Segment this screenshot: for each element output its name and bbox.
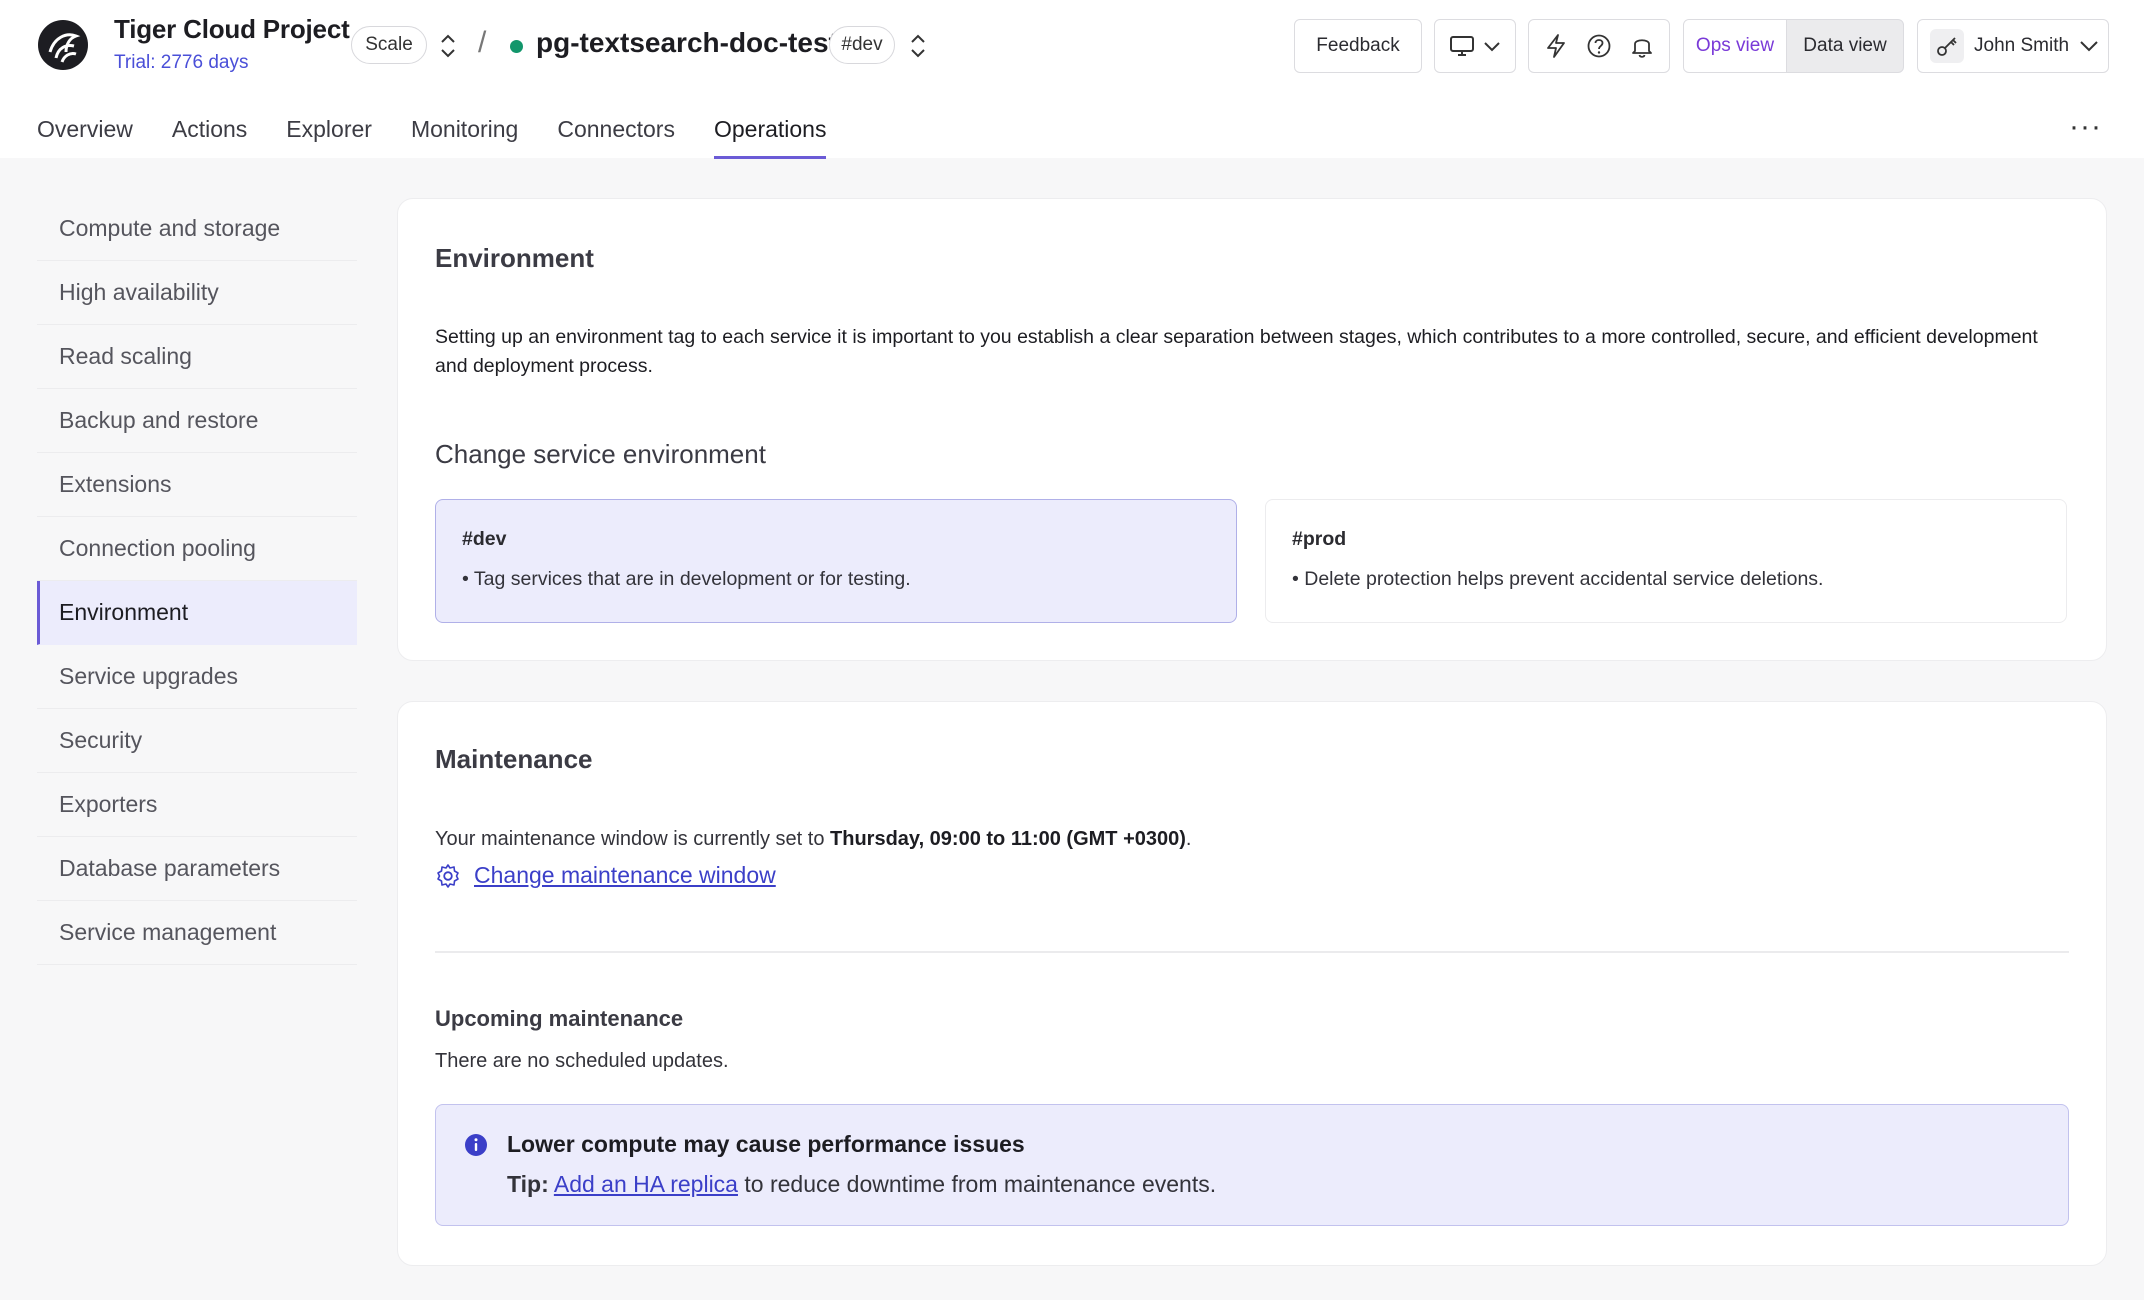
tiger-logo-icon[interactable] [36, 18, 90, 72]
env-option-prod[interactable]: #prod • Delete protection helps prevent … [1265, 499, 2067, 623]
environment-description: Setting up an environment tag to each se… [435, 326, 2038, 377]
breadcrumb-separator: / [478, 26, 487, 59]
sidebar-item-environment[interactable]: Environment [37, 581, 357, 645]
view-toggle: Ops view Data view [1683, 19, 1904, 73]
divider [435, 951, 2069, 953]
sidebar-item-extensions[interactable]: Extensions [37, 453, 357, 517]
user-menu-button[interactable]: John Smith [1917, 19, 2109, 73]
chevron-down-icon [2080, 41, 2098, 52]
key-icon [1930, 29, 1964, 63]
tab-overview[interactable]: Overview [37, 116, 133, 158]
env-option-dev[interactable]: #dev • Tag services that are in developm… [435, 499, 1237, 623]
monitor-icon [1450, 36, 1474, 56]
project-switcher-chevron-icon[interactable] [438, 32, 458, 60]
feedback-button[interactable]: Feedback [1294, 19, 1422, 73]
plan-badge: Scale [351, 26, 427, 64]
env-option-tag: #prod [1292, 528, 1347, 550]
sidebar-item-high-availability[interactable]: High availability [37, 261, 357, 325]
lightning-icon[interactable] [1544, 33, 1568, 59]
environment-title: Environment [435, 243, 594, 273]
sidebar-item-exporters[interactable]: Exporters [37, 773, 357, 837]
service-status-dot [510, 40, 523, 53]
tab-operations[interactable]: Operations [713, 116, 826, 159]
maintenance-card: Maintenance Your maintenance window is c… [397, 701, 2107, 1266]
sidebar-item-backup-restore[interactable]: Backup and restore [37, 389, 357, 453]
sidebar-item-compute-storage[interactable]: Compute and storage [37, 197, 357, 261]
header-icons-group [1528, 19, 1670, 73]
alert-title: Lower compute may cause performance issu… [507, 1131, 1025, 1157]
change-maintenance-row: Change maintenance window [435, 862, 776, 889]
project-title[interactable]: Tiger Cloud Project [114, 14, 350, 45]
service-switcher-chevron-icon[interactable] [908, 32, 928, 60]
data-view-button[interactable]: Data view [1787, 20, 1903, 72]
service-env-badge: #dev [829, 26, 895, 64]
ops-view-button[interactable]: Ops view [1684, 20, 1787, 72]
tab-explorer[interactable]: Explorer [286, 116, 372, 158]
maintenance-window-value: Thursday, 09:00 to 11:00 (GMT +0300) [830, 828, 1186, 850]
main-tabs: Overview Actions Explorer Monitoring Con… [37, 116, 865, 159]
env-option-description: • Delete protection helps prevent accide… [1292, 568, 1824, 590]
add-ha-replica-link[interactable]: Add an HA replica [554, 1171, 738, 1197]
env-option-tag: #dev [462, 528, 507, 550]
sidebar-item-security[interactable]: Security [37, 709, 357, 773]
sidebar-item-service-management[interactable]: Service management [37, 901, 357, 965]
performance-alert: Lower compute may cause performance issu… [435, 1104, 2069, 1226]
tab-monitoring[interactable]: Monitoring [411, 116, 518, 158]
trial-days[interactable]: Trial: 2776 days [114, 52, 248, 74]
alert-tip: Tip: Add an HA replica to reduce downtim… [507, 1171, 1217, 1197]
theme-dropdown-button[interactable] [1434, 19, 1516, 73]
maintenance-window-text: Your maintenance window is currently set… [435, 828, 1192, 850]
tab-actions[interactable]: Actions [172, 116, 247, 158]
more-options-icon[interactable]: ··· [2069, 112, 2102, 142]
service-name[interactable]: pg-textsearch-doc-test [536, 27, 838, 59]
tab-connectors[interactable]: Connectors [557, 116, 675, 158]
maintenance-title: Maintenance [435, 744, 593, 774]
chevron-down-icon [1484, 42, 1500, 52]
upcoming-maintenance-title: Upcoming maintenance [435, 1006, 684, 1031]
top-header: Tiger Cloud Project Trial: 2776 days Sca… [0, 0, 2144, 159]
sidebar-item-connection-pooling[interactable]: Connection pooling [37, 517, 357, 581]
operations-sidebar: Compute and storage High availability Re… [37, 197, 357, 965]
change-environment-title: Change service environment [435, 439, 766, 469]
bell-icon[interactable] [1630, 33, 1654, 59]
env-option-description: • Tag services that are in development o… [462, 568, 911, 590]
help-icon[interactable] [1586, 33, 1612, 59]
environment-card: Environment Setting up an environment ta… [397, 198, 2107, 661]
sidebar-item-read-scaling[interactable]: Read scaling [37, 325, 357, 389]
change-maintenance-window-link[interactable]: Change maintenance window [474, 862, 776, 889]
info-icon [465, 1134, 487, 1156]
user-name: John Smith [1974, 35, 2070, 56]
upcoming-maintenance-text: There are no scheduled updates. [435, 1050, 729, 1072]
gear-icon [437, 863, 459, 888]
sidebar-item-database-parameters[interactable]: Database parameters [37, 837, 357, 901]
sidebar-item-service-upgrades[interactable]: Service upgrades [37, 645, 357, 709]
